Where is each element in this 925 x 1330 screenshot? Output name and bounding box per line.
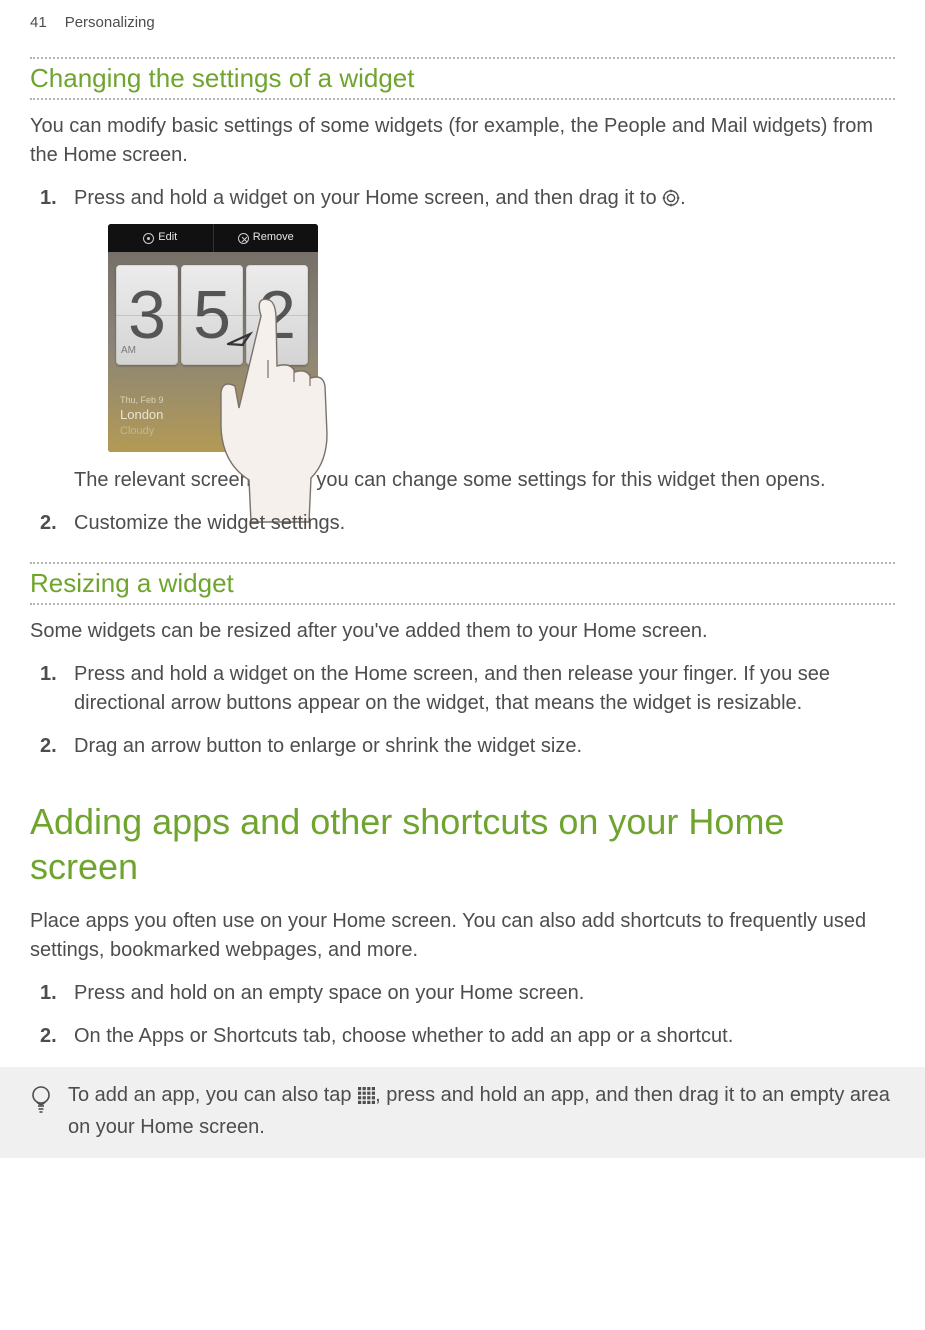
heading-resizing-widget: Resizing a widget (30, 564, 895, 603)
clock-city: London (120, 407, 164, 424)
step-2: 2. On the Apps or Shortcuts tab, choose … (74, 1022, 895, 1051)
minute-tens-digit: 5 (181, 265, 243, 365)
tip-bulb-icon (30, 1081, 54, 1118)
edit-button: Edit (108, 224, 214, 252)
minute-ones-digit: 2 (246, 265, 308, 365)
step-2-text: On the Apps or Shortcuts tab, choose whe… (74, 1025, 733, 1047)
page-header: 41 Personalizing (30, 14, 895, 31)
step-2: 2. Customize the widget settings. (74, 509, 895, 538)
flip-clock: 3 5 2 (108, 252, 318, 372)
remove-button: Remove (214, 224, 319, 252)
section-name: Personalizing (65, 14, 155, 31)
clock-info: Thu, Feb 9 London Cloudy (120, 395, 164, 438)
remove-label: Remove (253, 230, 294, 246)
edit-label: Edit (158, 230, 177, 246)
clock-weather: Cloudy (120, 424, 164, 438)
clock-date: Thu, Feb 9 (120, 395, 164, 407)
step-1-text-b: . (680, 187, 686, 209)
step-1-text-a: Press and hold a widget on your Home scr… (74, 187, 662, 209)
step-1-text: Press and hold on an empty space on your… (74, 982, 584, 1004)
resizing-intro: Some widgets can be resized after you've… (30, 617, 895, 646)
steps-list: 1. Press and hold a widget on your Home … (30, 184, 895, 538)
step-number: 2. (40, 732, 57, 761)
divider (30, 98, 895, 100)
tip-text-a: To add an app, you can also tap (68, 1084, 357, 1106)
step-1-result: The relevant screen where you can change… (74, 466, 895, 495)
edit-remove-bar: Edit Remove (108, 224, 318, 252)
heading-changing-settings: Changing the settings of a widget (30, 59, 895, 98)
step-1: 1. Press and hold a widget on the Home s… (74, 660, 895, 718)
intro-paragraph: You can modify basic settings of some wi… (30, 112, 895, 170)
step-2-text: Drag an arrow button to enlarge or shrin… (74, 735, 582, 757)
remove-icon (238, 233, 249, 244)
heading-adding-apps: Adding apps and other shortcuts on your … (30, 799, 895, 889)
resizing-steps-list: 1. Press and hold a widget on the Home s… (30, 660, 895, 761)
step-number: 2. (40, 1022, 57, 1051)
edit-icon (143, 233, 154, 244)
step-number: 1. (40, 184, 57, 213)
divider (30, 603, 895, 605)
step-number: 2. (40, 509, 57, 538)
step-1: 1. Press and hold a widget on your Home … (74, 184, 895, 495)
step-number: 1. (40, 660, 57, 689)
step-2: 2. Drag an arrow button to enlarge or sh… (74, 732, 895, 761)
step-number: 1. (40, 979, 57, 1008)
edit-target-icon (662, 187, 680, 216)
clock-widget: 3 5 2 AM Thu, Feb 9 London Cloudy (108, 252, 318, 452)
step-1-text: Press and hold a widget on the Home scre… (74, 663, 830, 714)
step-1: 1. Press and hold on an empty space on y… (74, 979, 895, 1008)
page-number: 41 (30, 14, 47, 31)
adding-apps-steps: 1. Press and hold on an empty space on y… (30, 979, 895, 1051)
phone-frame: Edit Remove 3 5 2 AM Thu, Feb 9 (108, 224, 318, 452)
adding-apps-intro: Place apps you often use on your Home sc… (30, 907, 895, 965)
apps-grid-icon (357, 1084, 375, 1113)
step-2-text: Customize the widget settings. (74, 512, 345, 534)
tip-callout: To add an app, you can also tap , press … (0, 1067, 925, 1158)
ampm-label: AM (121, 344, 136, 359)
tip-text: To add an app, you can also tap , press … (68, 1081, 895, 1142)
widget-drag-screenshot: Edit Remove 3 5 2 AM Thu, Feb 9 (108, 224, 338, 452)
